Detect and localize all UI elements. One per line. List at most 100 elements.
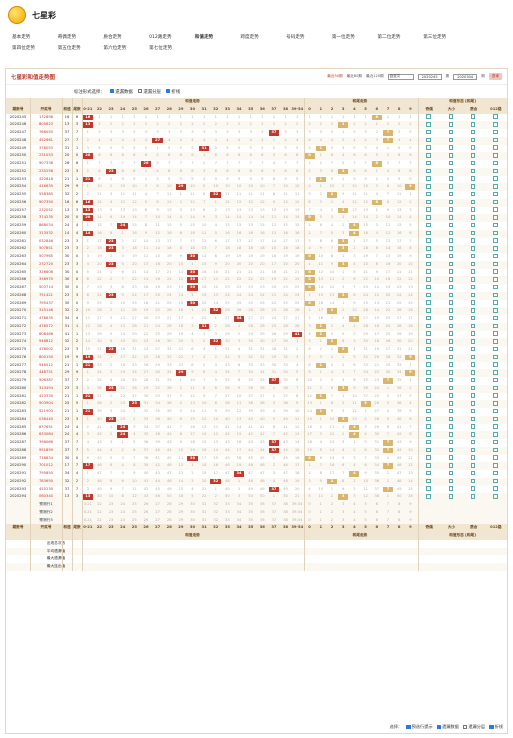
sum-missing: 1 bbox=[295, 339, 299, 344]
sum-missing: 10 bbox=[131, 184, 137, 189]
form-marker-icon bbox=[426, 269, 431, 274]
nav-item[interactable]: 第一位走势 bbox=[332, 32, 378, 43]
nav-item[interactable]: 质合走势 bbox=[103, 32, 149, 43]
nav-item[interactable]: 基本走势 bbox=[12, 32, 58, 43]
tail-missing: 7 bbox=[409, 238, 412, 243]
sum-missing: 35 bbox=[166, 378, 172, 382]
recent80-link[interactable]: 最近80期 bbox=[347, 74, 362, 79]
nav-item[interactable]: 跨度走势 bbox=[240, 32, 286, 43]
sum-missing: 26 bbox=[259, 308, 265, 313]
form-marker-icon bbox=[426, 168, 431, 173]
sum-missing: 9 bbox=[86, 300, 89, 305]
tail-missing: 3 bbox=[386, 401, 390, 406]
sum-missing: 1 bbox=[109, 354, 113, 359]
predict-sum-cell: 27 bbox=[155, 509, 160, 514]
form-marker-icon bbox=[448, 300, 454, 305]
sum-missing: 7 bbox=[179, 238, 183, 243]
nav-item[interactable]: 奇偶走势 bbox=[58, 32, 104, 43]
legend-option-a[interactable]: 预选行提示 bbox=[406, 724, 433, 730]
form-cell bbox=[440, 121, 462, 129]
tail-hit-ball: 3 bbox=[338, 347, 349, 353]
from-issue-input[interactable]: 2020245 bbox=[417, 73, 442, 80]
sum-missing: 22 bbox=[201, 316, 207, 320]
nav-item[interactable]: 第七位走势 bbox=[149, 43, 195, 54]
form-cell bbox=[485, 369, 507, 377]
option-line[interactable]: 折线 bbox=[165, 88, 180, 95]
form-cell bbox=[440, 331, 462, 339]
nav-item[interactable]: 号码走势 bbox=[286, 32, 332, 43]
tail-missing: 8 bbox=[364, 168, 367, 173]
nav-item[interactable]: 和值走势 bbox=[195, 32, 241, 43]
tail-missing: 9 bbox=[409, 440, 412, 444]
query-button[interactable]: 查询 bbox=[488, 73, 502, 80]
form-cell bbox=[418, 400, 440, 408]
form-cell bbox=[485, 431, 507, 439]
custom-select[interactable]: 自定义 bbox=[387, 73, 414, 80]
sum-missing: 6 bbox=[237, 153, 241, 158]
sum-col-header: 29 bbox=[175, 105, 187, 114]
legend-option-b[interactable]: 遗漏数据 bbox=[436, 724, 459, 730]
predict-tail-cell: 8 bbox=[398, 509, 401, 514]
sum-missing: 3 bbox=[156, 130, 159, 134]
sum-missing: 12 bbox=[248, 199, 253, 204]
sum-missing: 14 bbox=[120, 215, 126, 220]
recent50-link[interactable]: 最近50期 bbox=[327, 74, 342, 79]
to-issue-input[interactable]: 2020304 bbox=[453, 73, 478, 80]
nav-item[interactable]: 第四位走势 bbox=[12, 43, 58, 54]
sum-missing: 6 bbox=[121, 478, 124, 483]
nav-item[interactable]: 012路走势 bbox=[149, 32, 195, 43]
form-cell bbox=[440, 493, 462, 501]
form-marker-icon bbox=[493, 261, 498, 266]
form-cell bbox=[463, 439, 485, 447]
option-missing[interactable]: 遗漏数据 bbox=[109, 88, 133, 95]
legend-option-c[interactable]: 遗漏分层 bbox=[462, 724, 485, 730]
form-marker-icon bbox=[426, 439, 431, 445]
form-marker-icon bbox=[448, 370, 454, 375]
form-marker-icon bbox=[470, 184, 476, 189]
sum-missing: 3 bbox=[109, 285, 113, 289]
issue-cell: 2020268 bbox=[9, 292, 27, 297]
sum-missing: 10 bbox=[201, 223, 207, 227]
form-marker-icon bbox=[493, 246, 498, 251]
code-cell: 948812 bbox=[38, 339, 54, 344]
form-cell bbox=[463, 331, 485, 339]
sum-missing: 1 bbox=[109, 114, 113, 119]
tail-hit-ball: 3 bbox=[338, 416, 349, 423]
legend-option-d[interactable]: 折线 bbox=[489, 724, 503, 730]
sum-cell: 23 bbox=[64, 261, 70, 266]
sum-cell: 29 bbox=[64, 370, 70, 375]
tail-missing: 1 bbox=[308, 161, 311, 165]
tail-missing: 2 bbox=[319, 378, 322, 382]
recent120-link[interactable]: 最近120期 bbox=[366, 74, 384, 79]
sum-missing: 37 bbox=[259, 393, 265, 398]
trend-panel: 七星彩和值走势图 最近50期 最近80期 最近120期 自定义 2020245 … bbox=[5, 68, 508, 734]
nav-item[interactable]: 第三位走势 bbox=[423, 32, 469, 43]
sum-missing: 26 bbox=[225, 308, 230, 313]
form-marker-icon bbox=[426, 184, 431, 189]
sum-missing: 26 bbox=[97, 308, 102, 313]
sum-missing: 10 bbox=[108, 494, 114, 499]
sum-hit-ball: 23 bbox=[105, 168, 117, 175]
option-layer[interactable]: 遗漏分层 bbox=[137, 88, 161, 95]
sum-missing: 1 bbox=[214, 486, 217, 491]
sum-missing: 22 bbox=[236, 277, 242, 282]
form-cell bbox=[418, 292, 440, 300]
nav-item[interactable]: 第六位走势 bbox=[103, 43, 149, 54]
nav-item[interactable]: 第五位走势 bbox=[58, 43, 104, 54]
tail-missing: 5 bbox=[409, 409, 412, 413]
form-cell bbox=[485, 269, 507, 277]
nav-item[interactable]: 第二位走势 bbox=[378, 32, 424, 43]
form-marker-icon bbox=[493, 486, 498, 491]
sum-col-header: 31 bbox=[198, 105, 210, 114]
form-marker-icon bbox=[448, 261, 454, 266]
sum-missing: 19 bbox=[294, 254, 300, 258]
form-cell bbox=[485, 300, 507, 308]
sum-missing: 40 bbox=[248, 416, 253, 421]
form-cell bbox=[418, 447, 440, 455]
form-cell bbox=[463, 292, 485, 300]
sum-missing: 17 bbox=[271, 261, 277, 266]
sum-missing: 6 bbox=[121, 153, 124, 158]
tail-hit-ball: 0 bbox=[304, 300, 315, 307]
sum-missing: 6 bbox=[86, 455, 89, 460]
sum-missing: 1 bbox=[179, 114, 183, 119]
